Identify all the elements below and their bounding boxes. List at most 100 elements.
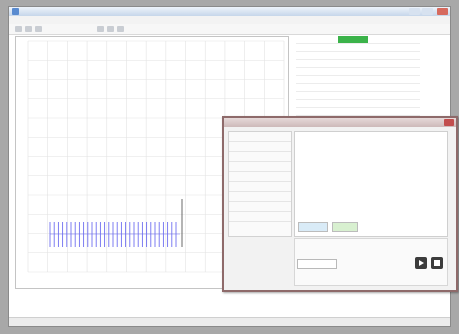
list-item[interactable] bbox=[229, 182, 291, 192]
table-cell bbox=[296, 59, 308, 68]
table-cell bbox=[308, 51, 338, 60]
stop-icon bbox=[434, 260, 440, 266]
dialog-control-panel bbox=[294, 238, 448, 286]
list-item[interactable] bbox=[229, 212, 291, 222]
table-cell bbox=[308, 107, 338, 116]
dialog-title-bar[interactable] bbox=[224, 118, 456, 127]
table-cell bbox=[296, 75, 308, 84]
dialog-tab-b[interactable] bbox=[332, 222, 358, 232]
table-cell bbox=[368, 43, 394, 52]
table-row[interactable] bbox=[296, 36, 420, 44]
table-cell bbox=[308, 83, 338, 92]
table-cell bbox=[338, 36, 368, 44]
toolbar-tool-icon[interactable] bbox=[97, 26, 104, 32]
toolbar-tool-icon[interactable] bbox=[117, 26, 124, 32]
table-cell bbox=[394, 59, 420, 68]
list-item[interactable] bbox=[229, 132, 291, 142]
table-cell bbox=[368, 83, 394, 92]
toolbar-tool-icon[interactable] bbox=[35, 26, 42, 32]
list-item[interactable] bbox=[229, 172, 291, 182]
table-row[interactable] bbox=[296, 43, 420, 52]
table-cell bbox=[338, 83, 368, 92]
table-row[interactable] bbox=[296, 99, 420, 108]
minimize-button[interactable] bbox=[409, 8, 420, 15]
table-row[interactable] bbox=[296, 75, 420, 84]
table-cell bbox=[296, 91, 308, 100]
table-cell bbox=[368, 91, 394, 100]
dialog-window bbox=[222, 116, 458, 292]
list-item[interactable] bbox=[229, 202, 291, 212]
dialog-input-field[interactable] bbox=[297, 259, 337, 269]
table-cell bbox=[368, 75, 394, 84]
table-row[interactable] bbox=[296, 51, 420, 60]
table-row[interactable] bbox=[296, 83, 420, 92]
table-cell bbox=[368, 107, 394, 116]
toolbar-tool-icon[interactable] bbox=[15, 26, 22, 32]
table-cell bbox=[338, 67, 368, 76]
table-cell bbox=[394, 51, 420, 60]
table-cell bbox=[308, 67, 338, 76]
stop-button[interactable] bbox=[431, 257, 443, 269]
table-cell bbox=[296, 43, 308, 52]
menu-bar bbox=[9, 16, 450, 24]
dialog-close-button[interactable] bbox=[444, 119, 454, 126]
dialog-tab-a[interactable] bbox=[298, 222, 328, 232]
table-row[interactable] bbox=[296, 59, 420, 68]
table-cell bbox=[296, 107, 308, 116]
table-cell bbox=[338, 91, 368, 100]
table-cell bbox=[394, 99, 420, 108]
list-item[interactable] bbox=[229, 142, 291, 152]
table-row[interactable] bbox=[296, 91, 420, 100]
dialog-left-list bbox=[228, 131, 292, 237]
table-cell bbox=[308, 91, 338, 100]
table-cell bbox=[296, 36, 308, 44]
table-cell bbox=[368, 36, 394, 44]
list-item[interactable] bbox=[229, 152, 291, 162]
table-cell bbox=[296, 51, 308, 60]
toolbar bbox=[9, 24, 450, 35]
table-cell bbox=[394, 75, 420, 84]
title-bar[interactable] bbox=[9, 7, 450, 16]
table-cell bbox=[394, 43, 420, 52]
table-cell bbox=[296, 67, 308, 76]
table-cell bbox=[368, 67, 394, 76]
status-bar bbox=[9, 317, 450, 326]
table-cell bbox=[338, 51, 368, 60]
info-block bbox=[326, 299, 426, 319]
play-button[interactable] bbox=[415, 257, 427, 269]
toolbar-tool-icon[interactable] bbox=[25, 26, 32, 32]
app-icon bbox=[12, 8, 19, 15]
table-cell bbox=[308, 43, 338, 52]
table-cell bbox=[368, 59, 394, 68]
table-cell bbox=[394, 67, 420, 76]
table-cell bbox=[368, 51, 394, 60]
table-row[interactable] bbox=[296, 107, 420, 116]
table-cell bbox=[296, 83, 308, 92]
play-icon bbox=[419, 260, 424, 266]
table-cell bbox=[308, 75, 338, 84]
table-cell bbox=[338, 75, 368, 84]
table-cell bbox=[394, 91, 420, 100]
dialog-text-line bbox=[295, 144, 447, 150]
table-row[interactable] bbox=[296, 67, 420, 76]
maximize-button[interactable] bbox=[422, 8, 433, 15]
table-cell bbox=[338, 43, 368, 52]
toolbar-tool-icon[interactable] bbox=[107, 26, 114, 32]
table-cell bbox=[308, 59, 338, 68]
table-cell bbox=[338, 59, 368, 68]
table-cell bbox=[308, 99, 338, 108]
list-item[interactable] bbox=[229, 162, 291, 172]
table-cell bbox=[368, 99, 394, 108]
list-item[interactable] bbox=[229, 192, 291, 202]
table-cell bbox=[394, 107, 420, 116]
table-cell bbox=[394, 36, 420, 44]
table-cell bbox=[394, 83, 420, 92]
waveform bbox=[49, 222, 180, 247]
table-cell bbox=[338, 99, 368, 108]
side-table bbox=[296, 36, 420, 124]
table-cell bbox=[338, 107, 368, 116]
close-button[interactable] bbox=[437, 8, 448, 15]
table-cell bbox=[296, 99, 308, 108]
table-cell bbox=[308, 36, 338, 44]
side-table-panel bbox=[296, 36, 447, 124]
